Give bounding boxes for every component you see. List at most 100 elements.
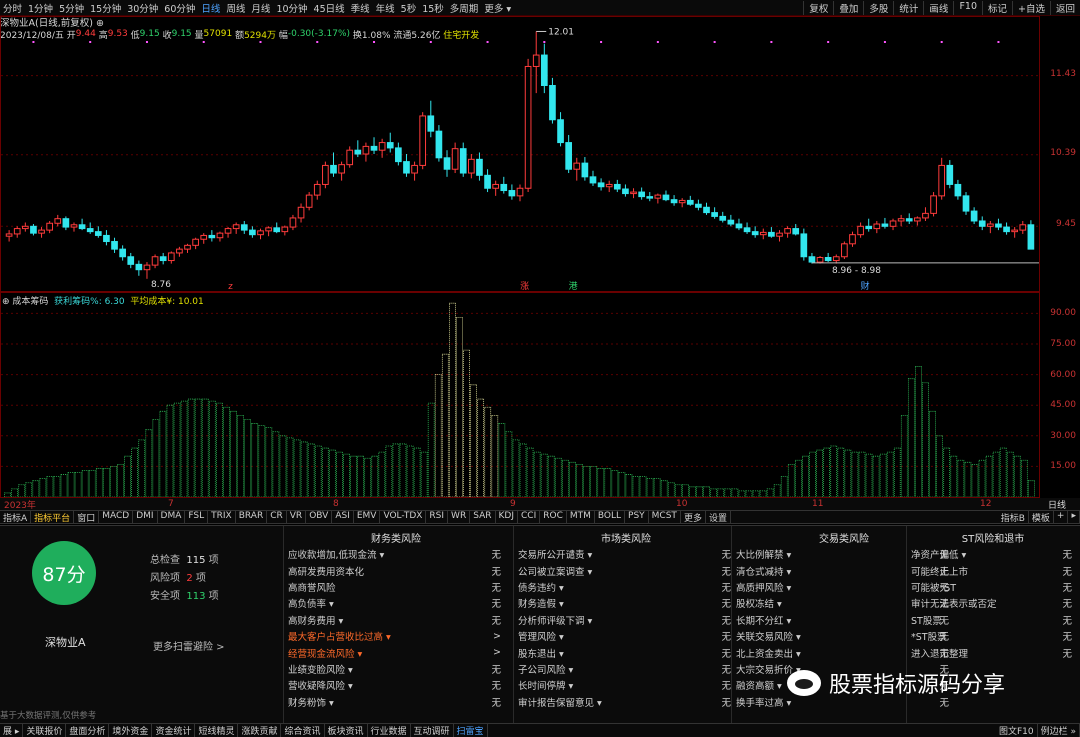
risk-item[interactable]: 债务违约 ▾ 无 (515, 579, 737, 595)
period-tab[interactable]: 1分钟 (25, 1, 56, 15)
indicator-tab[interactable]: OBV (306, 511, 333, 523)
risk-item[interactable]: 管理风险 ▾ 无 (515, 628, 737, 644)
period-tab[interactable]: 月线 (248, 1, 273, 15)
indicator-tab[interactable]: RSI (426, 511, 449, 523)
risk-item[interactable]: ST股票 无 (908, 612, 1078, 628)
indicator-tab[interactable]: MCST (649, 511, 681, 523)
risk-item[interactable]: 进入退市整理 无 (908, 644, 1078, 660)
risk-item[interactable]: 高商誉风险 无 (285, 579, 507, 595)
indicator-tab[interactable]: ROC (540, 511, 567, 523)
bottom-tab[interactable]: 资金统计 (152, 724, 196, 737)
indicator-tab-right-item[interactable]: 指标B (998, 511, 1029, 523)
indicator-tab[interactable]: 窗口 (74, 511, 100, 523)
risk-item[interactable]: 财务造假 ▾ 无 (515, 595, 737, 611)
period-tab[interactable]: 10分钟 (273, 1, 310, 15)
risk-item[interactable]: 分析师评级下调 ▾ 无 (515, 612, 737, 628)
risk-item[interactable]: 营收疑降风险 ▾ 无 (285, 677, 507, 693)
period-tab[interactable]: 分时 (0, 1, 25, 15)
chip-panel[interactable] (0, 292, 1040, 498)
period-tab[interactable]: 多周期 (447, 1, 482, 15)
indicator-tab[interactable]: WR (448, 511, 471, 523)
indicator-tab[interactable]: PSY (625, 511, 649, 523)
bottom-right-item[interactable]: 例边栏 » (1038, 724, 1080, 737)
chart-tool-button[interactable]: 叠加 (833, 0, 863, 15)
risk-item[interactable]: 审计无法表示或否定 无 (908, 595, 1078, 611)
chart-tool-button[interactable]: 标记 (982, 0, 1012, 15)
risk-item[interactable]: 子公司风险 ▾ 无 (515, 661, 737, 677)
indicator-tab[interactable]: DMA (158, 511, 186, 523)
indicator-tab-right-item[interactable]: 模板 (1029, 511, 1054, 523)
bottom-tab[interactable]: 短线精灵 (195, 724, 239, 737)
indicator-tab[interactable]: 设置 (706, 511, 731, 523)
risk-item[interactable]: *ST股票 无 (908, 628, 1078, 644)
indicator-tab-right-item[interactable]: + (1054, 511, 1069, 523)
period-tab[interactable]: 5秒 (398, 1, 420, 15)
risk-item[interactable]: 交易所公开谴责 ▾ 无 (515, 546, 737, 562)
chart-tool-button[interactable]: 返回 (1049, 0, 1080, 15)
indicator-tab[interactable]: CR (267, 511, 287, 523)
indicator-tab[interactable]: KDJ (496, 511, 518, 523)
bottom-tab[interactable]: 互动调研 (411, 724, 454, 737)
risk-item[interactable]: 业绩变脸风险 ▾ 无 (285, 661, 507, 677)
indicator-tab[interactable]: BRAR (236, 511, 268, 523)
indicator-tab[interactable]: CCI (518, 511, 541, 523)
risk-item[interactable]: 高财务费用 ▾ 无 (285, 612, 507, 628)
indicator-tab[interactable]: DMI (133, 511, 158, 523)
bottom-tab[interactable]: 板块资讯 (325, 724, 368, 737)
risk-item[interactable]: 经营现金流风险 ▾ > (285, 644, 507, 660)
risk-item[interactable]: 股东退出 ▾ 无 (515, 644, 737, 660)
indicator-tab[interactable]: 指标平台 (31, 511, 75, 523)
indicator-tab[interactable]: EMV (354, 511, 381, 523)
indicator-tab[interactable]: SAR (470, 511, 496, 523)
period-tab[interactable]: 60分钟 (161, 1, 198, 15)
chart-tool-button[interactable]: 统计 (893, 0, 923, 15)
risk-item[interactable]: 最大客户占营收比过高 ▾ > (285, 628, 507, 644)
bottom-tab[interactable]: 扫雷宝 (454, 724, 488, 737)
risk-item[interactable]: 长时间停牌 ▾ 无 (515, 677, 737, 693)
bottom-tab[interactable]: 综合资讯 (281, 724, 325, 737)
bottom-right-item[interactable]: 图文F10 (996, 724, 1038, 737)
chart-tool-button[interactable]: F10 (953, 0, 982, 15)
chart-tool-button[interactable]: 多股 (863, 0, 893, 15)
risk-item[interactable]: 财务粉饰 ▾ 无 (285, 694, 507, 710)
indicator-tab[interactable]: 指标A (0, 511, 32, 523)
bottom-tab[interactable]: 展 ▸ (0, 724, 24, 737)
chart-tool-button[interactable]: 画线 (923, 0, 953, 15)
risk-item[interactable]: 应收款增加,低现金流 ▾ 无 (285, 546, 507, 562)
bottom-tab[interactable]: 涨跌贡献 (238, 724, 282, 737)
period-tab[interactable]: 15秒 (419, 1, 447, 15)
kline-panel[interactable]: 12.01 8.76 8.96 - 8.98 涨 港 财 z (0, 16, 1040, 292)
indicator-tab[interactable]: ASI (332, 511, 354, 523)
indicator-tab[interactable]: TRIX (208, 511, 236, 523)
risk-item[interactable]: 高负债率 ▾ 无 (285, 595, 507, 611)
risk-item[interactable]: 净资产偏低 ▾ 无 (908, 546, 1078, 562)
indicator-tab[interactable]: MTM (567, 511, 595, 523)
bottom-tab[interactable]: 境外资金 (109, 724, 153, 737)
indicator-tab[interactable]: VOL-TDX (380, 511, 427, 523)
indicator-tab-right-item[interactable]: ▸ (1068, 511, 1080, 523)
period-tab[interactable]: 30分钟 (124, 1, 161, 15)
period-tab[interactable]: 5分钟 (56, 1, 87, 15)
period-tab[interactable]: 周线 (223, 1, 248, 15)
period-tab[interactable]: 45日线 (311, 1, 348, 15)
chart-tool-button[interactable]: 复权 (803, 0, 833, 15)
chart-tool-button[interactable]: +自选 (1012, 0, 1050, 15)
period-tab[interactable]: 年线 (373, 1, 398, 15)
period-tab[interactable]: 日线 (198, 1, 223, 15)
bottom-tab[interactable]: 关联报价 (23, 724, 67, 737)
period-tab[interactable]: 更多 ▾ (481, 1, 514, 15)
bottom-tab[interactable]: 行业数据 (368, 724, 411, 737)
indicator-tab[interactable]: VR (287, 511, 307, 523)
period-tab[interactable]: 季线 (348, 1, 373, 15)
risk-item[interactable]: 可能终止上市 无 (908, 562, 1078, 578)
more-scan-link[interactable]: 更多扫雷避险 > (153, 638, 225, 653)
risk-item[interactable]: 公司被立案调查 ▾ 无 (515, 562, 737, 578)
risk-item[interactable]: 高研发费用资本化 无 (285, 562, 507, 578)
indicator-tab[interactable]: FSL (185, 511, 209, 523)
indicator-tab[interactable]: BOLL (595, 511, 626, 523)
indicator-tab[interactable]: 更多 (681, 511, 706, 523)
indicator-tab[interactable]: MACD (99, 511, 134, 523)
risk-item[interactable]: 审计报告保留意见 ▾ 无 (515, 694, 737, 710)
bottom-tab[interactable]: 盘面分析 (66, 724, 110, 737)
chip-title[interactable]: ⊕ 成本筹码 (2, 294, 48, 307)
